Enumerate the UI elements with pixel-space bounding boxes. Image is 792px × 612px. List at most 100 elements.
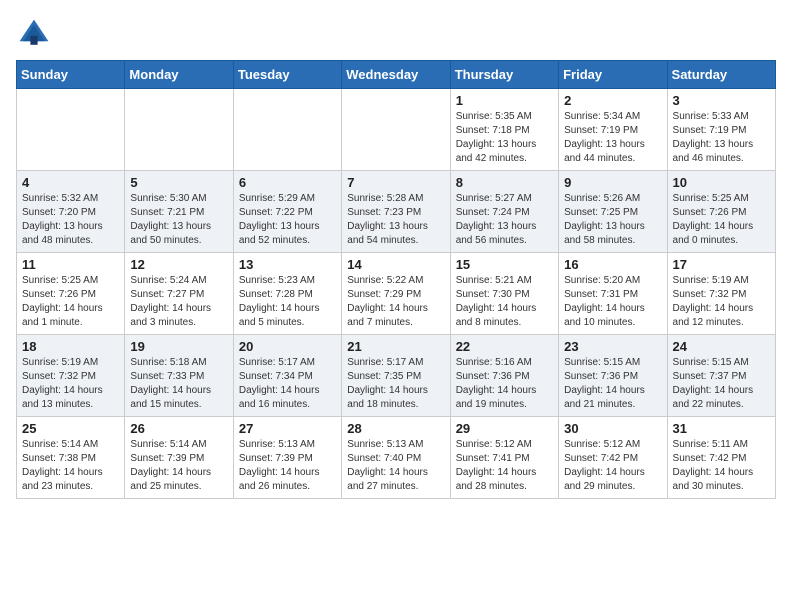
day-number: 3 (673, 93, 770, 108)
day-info: Sunrise: 5:15 AMSunset: 7:37 PMDaylight:… (673, 356, 770, 412)
day-number: 13 (239, 257, 336, 272)
calendar-cell (125, 89, 233, 171)
day-number: 12 (130, 257, 227, 272)
column-header-wednesday: Wednesday (342, 61, 450, 89)
calendar-cell: 7 Sunrise: 5:28 AMSunset: 7:23 PMDaylight… (342, 171, 450, 253)
day-number: 30 (564, 421, 661, 436)
day-info: Sunrise: 5:19 AMSunset: 7:32 PMDaylight:… (22, 356, 119, 412)
calendar-cell: 13 Sunrise: 5:23 AMSunset: 7:28 PMDayligh… (233, 253, 341, 335)
column-header-monday: Monday (125, 61, 233, 89)
calendar-cell: 27 Sunrise: 5:13 AMSunset: 7:39 PMDayligh… (233, 417, 341, 499)
day-info: Sunrise: 5:23 AMSunset: 7:28 PMDaylight:… (239, 274, 336, 330)
logo-icon (16, 16, 52, 52)
day-number: 14 (347, 257, 444, 272)
day-number: 24 (673, 339, 770, 354)
day-info: Sunrise: 5:27 AMSunset: 7:24 PMDaylight:… (456, 192, 553, 248)
day-number: 20 (239, 339, 336, 354)
calendar-cell (17, 89, 125, 171)
day-info: Sunrise: 5:12 AMSunset: 7:41 PMDaylight:… (456, 438, 553, 494)
calendar-cell: 5 Sunrise: 5:30 AMSunset: 7:21 PMDaylight… (125, 171, 233, 253)
day-info: Sunrise: 5:17 AMSunset: 7:34 PMDaylight:… (239, 356, 336, 412)
calendar-week-3: 11 Sunrise: 5:25 AMSunset: 7:26 PMDayligh… (17, 253, 776, 335)
day-info: Sunrise: 5:16 AMSunset: 7:36 PMDaylight:… (456, 356, 553, 412)
calendar-cell: 6Sunrise: 5:29 AMSunset: 7:22 PMDaylight… (233, 171, 341, 253)
calendar-cell: 4 Sunrise: 5:32 AMSunset: 7:20 PMDaylight… (17, 171, 125, 253)
day-info: Sunrise: 5:14 AMSunset: 7:39 PMDaylight:… (130, 438, 227, 494)
calendar-week-2: 4 Sunrise: 5:32 AMSunset: 7:20 PMDaylight… (17, 171, 776, 253)
day-info: Sunrise: 5:22 AMSunset: 7:29 PMDaylight:… (347, 274, 444, 330)
calendar-cell: 12 Sunrise: 5:24 AMSunset: 7:27 PMDayligh… (125, 253, 233, 335)
calendar-week-4: 18 Sunrise: 5:19 AMSunset: 7:32 PMDayligh… (17, 335, 776, 417)
day-number: 11 (22, 257, 119, 272)
day-number: 19 (130, 339, 227, 354)
calendar-cell: 8 Sunrise: 5:27 AMSunset: 7:24 PMDaylight… (450, 171, 558, 253)
day-info: Sunrise: 5:20 AMSunset: 7:31 PMDaylight:… (564, 274, 661, 330)
day-info: Sunrise: 5:30 AMSunset: 7:21 PMDaylight:… (130, 192, 227, 248)
calendar-cell: 21 Sunrise: 5:17 AMSunset: 7:35 PMDayligh… (342, 335, 450, 417)
column-header-saturday: Saturday (667, 61, 775, 89)
day-number: 22 (456, 339, 553, 354)
calendar-cell: 16 Sunrise: 5:20 AMSunset: 7:31 PMDayligh… (559, 253, 667, 335)
calendar-cell (233, 89, 341, 171)
calendar-cell: 30Sunrise: 5:12 AMSunset: 7:42 PMDayligh… (559, 417, 667, 499)
calendar-week-1: 1 Sunrise: 5:35 AMSunset: 7:18 PMDaylight… (17, 89, 776, 171)
logo (16, 16, 56, 52)
day-number: 7 (347, 175, 444, 190)
calendar-table: SundayMondayTuesdayWednesdayThursdayFrid… (16, 60, 776, 499)
calendar-cell: 3 Sunrise: 5:33 AMSunset: 7:19 PMDaylight… (667, 89, 775, 171)
day-number: 4 (22, 175, 119, 190)
day-info: Sunrise: 5:35 AMSunset: 7:18 PMDaylight:… (456, 110, 553, 166)
column-header-friday: Friday (559, 61, 667, 89)
day-number: 9 (564, 175, 661, 190)
day-info: Sunrise: 5:11 AMSunset: 7:42 PMDaylight:… (673, 438, 770, 494)
column-header-sunday: Sunday (17, 61, 125, 89)
day-info: Sunrise: 5:34 AMSunset: 7:19 PMDaylight:… (564, 110, 661, 166)
day-info: Sunrise: 5:24 AMSunset: 7:27 PMDaylight:… (130, 274, 227, 330)
day-number: 6 (239, 175, 336, 190)
calendar-cell: 18 Sunrise: 5:19 AMSunset: 7:32 PMDayligh… (17, 335, 125, 417)
day-info: Sunrise: 5:33 AMSunset: 7:19 PMDaylight:… (673, 110, 770, 166)
day-info: Sunrise: 5:13 AMSunset: 7:39 PMDaylight:… (239, 438, 336, 494)
calendar-cell: 29 Sunrise: 5:12 AMSunset: 7:41 PMDayligh… (450, 417, 558, 499)
calendar-cell: 28 Sunrise: 5:13 AMSunset: 7:40 PMDayligh… (342, 417, 450, 499)
day-info: Sunrise: 5:15 AMSunset: 7:36 PMDaylight:… (564, 356, 661, 412)
calendar-cell: 19Sunrise: 5:18 AMSunset: 7:33 PMDayligh… (125, 335, 233, 417)
calendar-cell: 11 Sunrise: 5:25 AMSunset: 7:26 PMDayligh… (17, 253, 125, 335)
calendar-cell: 15Sunrise: 5:21 AMSunset: 7:30 PMDayligh… (450, 253, 558, 335)
day-info: Sunrise: 5:25 AMSunset: 7:26 PMDaylight:… (673, 192, 770, 248)
day-number: 8 (456, 175, 553, 190)
day-number: 28 (347, 421, 444, 436)
day-number: 2 (564, 93, 661, 108)
column-header-tuesday: Tuesday (233, 61, 341, 89)
day-info: Sunrise: 5:19 AMSunset: 7:32 PMDaylight:… (673, 274, 770, 330)
calendar-cell: 24 Sunrise: 5:15 AMSunset: 7:37 PMDayligh… (667, 335, 775, 417)
day-info: Sunrise: 5:25 AMSunset: 7:26 PMDaylight:… (22, 274, 119, 330)
calendar-cell: 23 Sunrise: 5:15 AMSunset: 7:36 PMDayligh… (559, 335, 667, 417)
calendar-cell: 22 Sunrise: 5:16 AMSunset: 7:36 PMDayligh… (450, 335, 558, 417)
day-number: 26 (130, 421, 227, 436)
day-number: 10 (673, 175, 770, 190)
day-number: 16 (564, 257, 661, 272)
day-number: 23 (564, 339, 661, 354)
day-number: 31 (673, 421, 770, 436)
calendar-week-5: 25Sunrise: 5:14 AMSunset: 7:38 PMDayligh… (17, 417, 776, 499)
day-number: 27 (239, 421, 336, 436)
calendar-cell (342, 89, 450, 171)
calendar-cell: 1 Sunrise: 5:35 AMSunset: 7:18 PMDaylight… (450, 89, 558, 171)
day-number: 1 (456, 93, 553, 108)
day-info: Sunrise: 5:17 AMSunset: 7:35 PMDaylight:… (347, 356, 444, 412)
day-info: Sunrise: 5:28 AMSunset: 7:23 PMDaylight:… (347, 192, 444, 248)
calendar-header-row: SundayMondayTuesdayWednesdayThursdayFrid… (17, 61, 776, 89)
calendar-cell: 14 Sunrise: 5:22 AMSunset: 7:29 PMDayligh… (342, 253, 450, 335)
day-info: Sunrise: 5:21 AMSunset: 7:30 PMDaylight:… (456, 274, 553, 330)
day-number: 21 (347, 339, 444, 354)
calendar-cell: 31 Sunrise: 5:11 AMSunset: 7:42 PMDayligh… (667, 417, 775, 499)
calendar-cell: 26 Sunrise: 5:14 AMSunset: 7:39 PMDayligh… (125, 417, 233, 499)
day-number: 5 (130, 175, 227, 190)
day-number: 18 (22, 339, 119, 354)
day-info: Sunrise: 5:26 AMSunset: 7:25 PMDaylight:… (564, 192, 661, 248)
day-info: Sunrise: 5:32 AMSunset: 7:20 PMDaylight:… (22, 192, 119, 248)
day-number: 29 (456, 421, 553, 436)
calendar-cell: 20 Sunrise: 5:17 AMSunset: 7:34 PMDayligh… (233, 335, 341, 417)
day-info: Sunrise: 5:13 AMSunset: 7:40 PMDaylight:… (347, 438, 444, 494)
